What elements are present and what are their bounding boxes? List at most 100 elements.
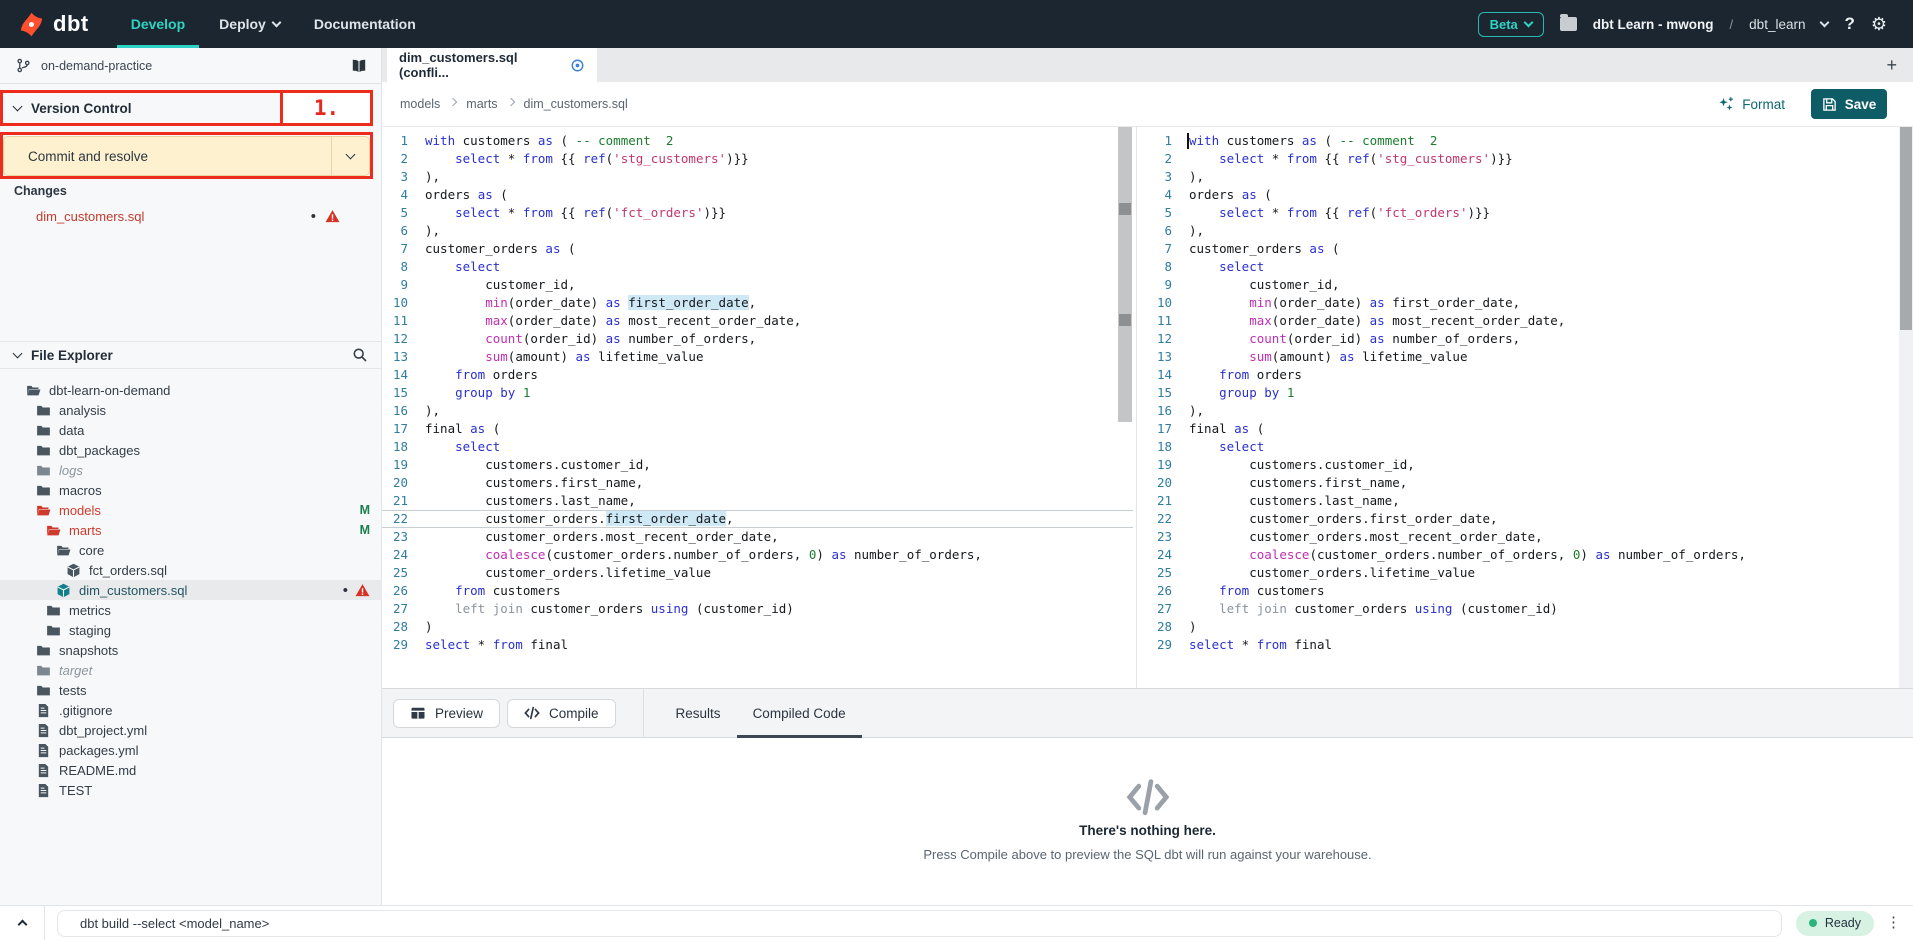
kebab-menu-icon[interactable]: ⋮: [1886, 920, 1901, 927]
tree-item-dim-customers-sql[interactable]: dim_customers.sql•: [0, 580, 382, 600]
tree-item-logs[interactable]: logs: [0, 460, 382, 480]
dbt-logo[interactable]: dbt: [0, 0, 89, 48]
code-line[interactable]: 25 customer_orders.lifetime_value: [1140, 564, 1899, 582]
commit-dropdown-toggle[interactable]: [331, 137, 369, 175]
code-line[interactable]: 22 customer_orders.first_order_date,: [1140, 510, 1899, 528]
commit-and-resolve-button[interactable]: Commit and resolve: [3, 136, 370, 176]
tree-item-macros[interactable]: macros: [0, 480, 382, 500]
code-line[interactable]: 12 count(order_id) as number_of_orders,: [382, 330, 1133, 348]
tree-item-tests[interactable]: tests: [0, 680, 382, 700]
code-line[interactable]: 2 select * from {{ ref('stg_customers')}…: [382, 150, 1133, 168]
tree-item-target[interactable]: target: [0, 660, 382, 680]
code-line[interactable]: 8 select: [1140, 258, 1899, 276]
code-line[interactable]: 2 select * from {{ ref('stg_customers')}…: [1140, 150, 1899, 168]
code-line[interactable]: 23 customer_orders.most_recent_order_dat…: [382, 528, 1133, 546]
code-line[interactable]: 29select * from final: [382, 636, 1133, 654]
tree-item-metrics[interactable]: metrics: [0, 600, 382, 620]
code-line[interactable]: 7customer_orders as (: [1140, 240, 1899, 258]
code-line[interactable]: 20 customers.first_name,: [1140, 474, 1899, 492]
tree-item-dbt-packages[interactable]: dbt_packages: [0, 440, 382, 460]
code-line[interactable]: 22 customer_orders.first_order_date,: [382, 510, 1133, 528]
code-line[interactable]: 16),: [382, 402, 1133, 420]
beta-dropdown[interactable]: Beta: [1478, 12, 1544, 37]
code-line[interactable]: 26 from customers: [382, 582, 1133, 600]
code-line[interactable]: 21 customers.last_name,: [1140, 492, 1899, 510]
tab-results[interactable]: Results: [660, 688, 737, 738]
code-line[interactable]: 27 left join customer_orders using (cust…: [1140, 600, 1899, 618]
new-tab-icon[interactable]: +: [1886, 55, 1897, 76]
help-icon[interactable]: ?: [1844, 14, 1854, 34]
book-icon[interactable]: [351, 58, 367, 74]
code-line[interactable]: 6),: [1140, 222, 1899, 240]
code-line[interactable]: 3),: [1140, 168, 1899, 186]
code-line[interactable]: 24 coalesce(customer_orders.number_of_or…: [1140, 546, 1899, 564]
expand-console-button[interactable]: [0, 918, 44, 928]
scrollbar-thumb[interactable]: [1900, 127, 1912, 330]
code-line[interactable]: 28): [1140, 618, 1899, 636]
left-pane-scrollbar[interactable]: [1118, 127, 1132, 422]
project-name[interactable]: dbt_learn: [1749, 17, 1805, 32]
nav-tab-develop[interactable]: Develop: [117, 0, 199, 48]
command-input[interactable]: dbt build --select <model_name>: [57, 910, 1782, 937]
editor-tab-dim-customers[interactable]: dim_customers.sql (confli...: [387, 48, 597, 82]
code-line[interactable]: 29select * from final: [1140, 636, 1899, 654]
code-line[interactable]: 17final as (: [1140, 420, 1899, 438]
branch-selector[interactable]: on-demand-practice: [0, 48, 381, 84]
code-line[interactable]: 5 select * from {{ ref('fct_orders')}}: [1140, 204, 1899, 222]
code-line[interactable]: 5 select * from {{ ref('fct_orders')}}: [382, 204, 1133, 222]
code-line[interactable]: 3),: [382, 168, 1133, 186]
code-line[interactable]: 8 select: [382, 258, 1133, 276]
breadcrumb-file[interactable]: dim_customers.sql: [524, 97, 628, 111]
code-line[interactable]: 17final as (: [382, 420, 1133, 438]
code-line[interactable]: 19 customers.customer_id,: [382, 456, 1133, 474]
tree-item-snapshots[interactable]: snapshots: [0, 640, 382, 660]
file-explorer-header[interactable]: File Explorer: [0, 341, 382, 369]
tree-item-packages-yml[interactable]: packages.yml: [0, 740, 382, 760]
tree-item--gitignore[interactable]: .gitignore: [0, 700, 382, 720]
code-line[interactable]: 13 sum(amount) as lifetime_value: [1140, 348, 1899, 366]
code-line[interactable]: 15 group by 1: [1140, 384, 1899, 402]
code-line[interactable]: 14 from orders: [1140, 366, 1899, 384]
code-line[interactable]: 11 max(order_date) as most_recent_order_…: [1140, 312, 1899, 330]
nav-tab-documentation[interactable]: Documentation: [300, 0, 430, 48]
changed-file-row[interactable]: dim_customers.sql•: [0, 204, 382, 228]
tree-item-models[interactable]: modelsM: [0, 500, 382, 520]
code-line[interactable]: 4orders as (: [382, 186, 1133, 204]
code-line[interactable]: 12 count(order_id) as number_of_orders,: [1140, 330, 1899, 348]
tree-item-test[interactable]: TEST: [0, 780, 382, 800]
tree-item-marts[interactable]: martsM: [0, 520, 382, 540]
code-line[interactable]: 23 customer_orders.most_recent_order_dat…: [1140, 528, 1899, 546]
code-line[interactable]: 18 select: [1140, 438, 1899, 456]
version-control-header[interactable]: Version Control: [0, 90, 373, 126]
code-line[interactable]: 19 customers.customer_id,: [1140, 456, 1899, 474]
code-line[interactable]: 10 min(order_date) as first_order_date,: [1140, 294, 1899, 312]
code-line[interactable]: 9 customer_id,: [1140, 276, 1899, 294]
tree-item-dbt-project-yml[interactable]: dbt_project.yml: [0, 720, 382, 740]
tree-item-dbt-learn-on-demand[interactable]: dbt-learn-on-demand: [0, 380, 382, 400]
code-line[interactable]: 24 coalesce(customer_orders.number_of_or…: [382, 546, 1133, 564]
tree-item-readme-md[interactable]: README.md: [0, 760, 382, 780]
right-pane-scrollbar[interactable]: [1899, 127, 1913, 688]
code-line[interactable]: 25 customer_orders.lifetime_value: [382, 564, 1133, 582]
search-icon[interactable]: [352, 347, 368, 363]
tab-compiled-code[interactable]: Compiled Code: [737, 688, 862, 738]
tree-item-staging[interactable]: staging: [0, 620, 382, 640]
code-line[interactable]: 10 min(order_date) as first_order_date,: [382, 294, 1133, 312]
breadcrumb-models[interactable]: models: [400, 97, 440, 111]
code-line[interactable]: 11 max(order_date) as most_recent_order_…: [382, 312, 1133, 330]
tree-item-core[interactable]: core: [0, 540, 382, 560]
format-button[interactable]: Format: [1718, 96, 1785, 112]
code-line[interactable]: 13 sum(amount) as lifetime_value: [382, 348, 1133, 366]
compile-button[interactable]: Compile: [507, 699, 616, 728]
code-line[interactable]: 7customer_orders as (: [382, 240, 1133, 258]
code-pane-left[interactable]: 1with customers as ( -- comment 22 selec…: [382, 127, 1133, 688]
code-line[interactable]: 18 select: [382, 438, 1133, 456]
tree-item-fct-orders-sql[interactable]: fct_orders.sql: [0, 560, 382, 580]
code-line[interactable]: 27 left join customer_orders using (cust…: [382, 600, 1133, 618]
nav-tab-deploy[interactable]: Deploy: [205, 0, 294, 48]
code-line[interactable]: 20 customers.first_name,: [382, 474, 1133, 492]
breadcrumb-marts[interactable]: marts: [466, 97, 497, 111]
tree-item-data[interactable]: data: [0, 420, 382, 440]
code-line[interactable]: 21 customers.last_name,: [382, 492, 1133, 510]
code-line[interactable]: 6),: [382, 222, 1133, 240]
